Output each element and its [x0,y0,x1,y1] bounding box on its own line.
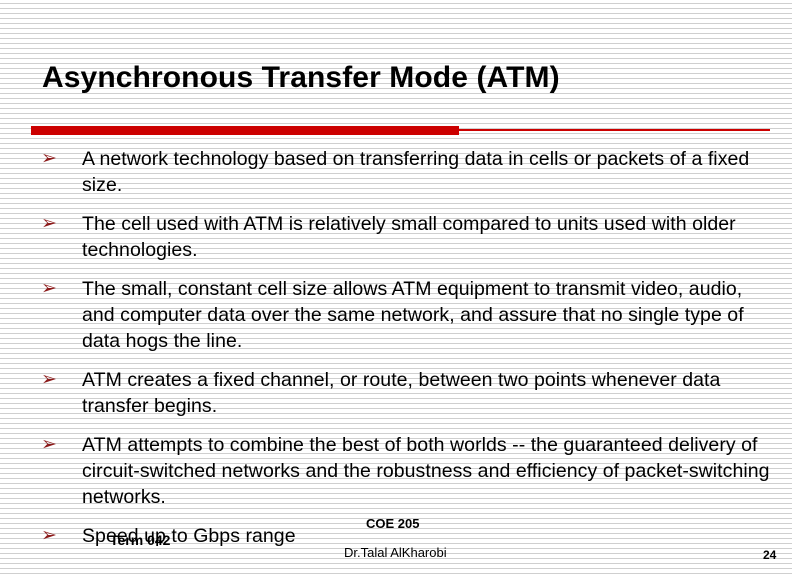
footer-term: Term 042 [110,532,171,548]
footer-author: Dr.Talal AlKharobi [344,545,447,560]
arrowhead-bullet-icon: ➢ [41,213,57,234]
arrowhead-bullet-icon: ➢ [41,434,57,455]
divider-thick-bar [31,126,459,135]
arrowhead-bullet-icon: ➢ [41,278,57,299]
list-item: ➢ The cell used with ATM is relatively s… [40,211,770,263]
footer-course-code: COE 205 [366,516,420,531]
arrowhead-bullet-icon: ➢ [41,148,57,169]
list-item-text: A network technology based on transferri… [82,148,750,196]
list-item: ➢ ATM creates a fixed channel, or route,… [40,367,770,419]
title-divider [31,126,770,136]
list-item: ➢ The small, constant cell size allows A… [40,276,770,354]
bullet-list: ➢ A network technology based on transfer… [40,146,770,562]
arrowhead-bullet-icon: ➢ [41,369,57,390]
list-item: ➢ A network technology based on transfer… [40,146,770,198]
list-item-text: ATM creates a fixed channel, or route, b… [82,369,721,417]
list-item-text: ATM attempts to combine the best of both… [82,434,770,508]
list-item-text: The small, constant cell size allows ATM… [82,278,744,352]
slide-title: Asynchronous Transfer Mode (ATM) [42,61,560,94]
list-item-text: The cell used with ATM is relatively sma… [82,213,736,261]
slide-page-number: 24 [763,548,777,562]
list-item: ➢ ATM attempts to combine the best of bo… [40,432,770,510]
presentation-slide: Asynchronous Transfer Mode (ATM) ➢ A net… [0,0,792,576]
arrowhead-bullet-icon: ➢ [41,525,57,546]
